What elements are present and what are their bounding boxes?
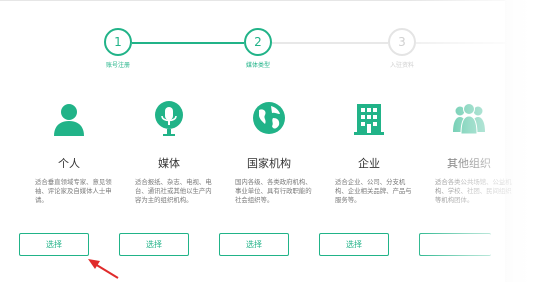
- annotation-arrow: [88, 259, 119, 279]
